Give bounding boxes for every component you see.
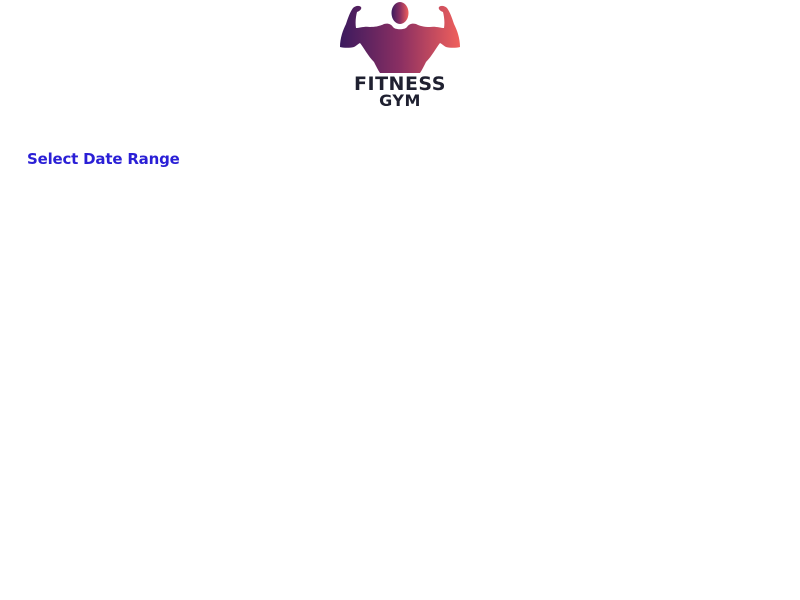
page: FITNESS GYM Select Date Range	[0, 0, 800, 600]
flexing-bodybuilder-icon	[340, 2, 460, 74]
logo-text-gym: GYM	[379, 91, 421, 110]
fitness-gym-logo[interactable]: FITNESS GYM	[340, 0, 460, 112]
select-date-range-heading: Select Date Range	[27, 150, 180, 168]
